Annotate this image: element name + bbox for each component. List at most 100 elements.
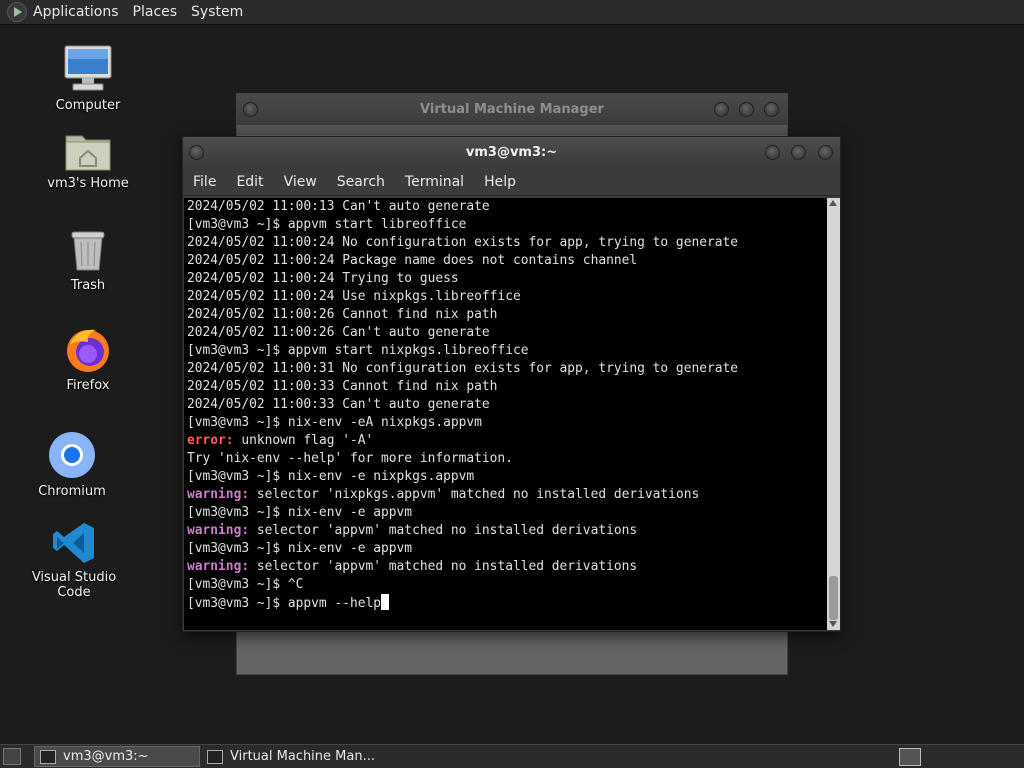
terminal-line: 2024/05/02 11:00:13 Can't auto generate	[184, 198, 827, 216]
window-menu-button[interactable]	[189, 145, 204, 160]
show-desktop-icon[interactable]	[3, 748, 21, 765]
terminal-line: [vm3@vm3 ~]$ ^C	[184, 576, 827, 594]
terminal-scrollbar[interactable]	[827, 198, 840, 630]
minimize-button[interactable]	[714, 102, 729, 117]
menu-edit[interactable]: Edit	[236, 174, 263, 190]
terminal-line-text: 2024/05/02 11:00:24 Trying to guess	[187, 271, 459, 286]
menu-applications[interactable]: Applications	[33, 4, 119, 20]
taskbar-item-label: Virtual Machine Man...	[230, 749, 375, 764]
terminal-line: [vm3@vm3 ~]$ appvm --help	[184, 594, 827, 612]
terminal-line: 2024/05/02 11:00:33 Can't auto generate	[184, 396, 827, 414]
desktop-icon-firefox[interactable]: Firefox	[28, 326, 148, 393]
warning-label: warning:	[187, 523, 250, 538]
taskbar-item-terminal[interactable]: vm3@vm3:~	[34, 746, 200, 767]
terminal-titlebar[interactable]: vm3@vm3:~	[183, 137, 840, 168]
distro-logo-icon[interactable]	[7, 2, 27, 22]
desktop-icon-vscode[interactable]: Visual Studio Code	[14, 520, 134, 600]
vmm-titlebar[interactable]: Virtual Machine Manager	[237, 94, 787, 125]
terminal-line-text: [vm3@vm3 ~]$ nix-env -e nixpkgs.appvm	[187, 469, 475, 484]
vmm-menubar	[237, 125, 787, 135]
terminal-line: [vm3@vm3 ~]$ nix-env -e nixpkgs.appvm	[184, 468, 827, 486]
chromium-icon	[49, 432, 95, 478]
terminal-line-text: [vm3@vm3 ~]$ appvm --help	[187, 596, 382, 611]
desktop-icon-label: vm3's Home	[47, 176, 129, 191]
bottom-panel: vm3@vm3:~ Virtual Machine Man...	[0, 744, 1024, 768]
menu-terminal[interactable]: Terminal	[405, 174, 464, 190]
terminal-line-text: [vm3@vm3 ~]$ nix-env -e appvm	[187, 505, 413, 520]
terminal-line: warning: selector 'appvm' matched no ins…	[184, 558, 827, 576]
terminal-line: 2024/05/02 11:00:33 Cannot find nix path	[184, 378, 827, 396]
workspace-switcher[interactable]	[899, 748, 921, 766]
desktop-icon-label: Visual Studio Code	[31, 570, 117, 600]
computer-icon	[64, 45, 112, 91]
terminal-line-text: Try 'nix-env --help' for more informatio…	[187, 451, 513, 466]
terminal-line-text: selector 'appvm' matched no installed de…	[249, 523, 638, 538]
menu-file[interactable]: File	[193, 174, 216, 190]
warning-label: warning:	[187, 487, 250, 502]
terminal-line: warning: selector 'appvm' matched no ins…	[184, 522, 827, 540]
terminal-line-text: 2024/05/02 11:00:13 Can't auto generate	[187, 199, 490, 214]
terminal-line: [vm3@vm3 ~]$ appvm start libreoffice	[184, 216, 827, 234]
top-panel: Applications Places System	[0, 0, 1024, 25]
terminal-line-text: 2024/05/02 11:00:26 Cannot find nix path	[187, 307, 498, 322]
scrollbar-thumb[interactable]	[829, 576, 838, 620]
terminal-window[interactable]: vm3@vm3:~ File Edit View Search Terminal…	[182, 136, 841, 632]
terminal-line-text: [vm3@vm3 ~]$ appvm start libreoffice	[187, 217, 467, 232]
terminal-line-text: selector 'nixpkgs.appvm' matched no inst…	[249, 487, 700, 502]
terminal-line-text: [vm3@vm3 ~]$ appvm start nixpkgs.libreof…	[187, 343, 529, 358]
desktop-icon-trash[interactable]: Trash	[28, 228, 148, 293]
terminal-icon	[40, 749, 56, 764]
desktop-icon-label: Firefox	[66, 378, 110, 393]
terminal-line-text: [vm3@vm3 ~]$ nix-env -e appvm	[187, 541, 413, 556]
minimize-button[interactable]	[765, 145, 780, 160]
warning-label: warning:	[187, 559, 250, 574]
desktop-icon-home[interactable]: vm3's Home	[28, 128, 148, 191]
taskbar-item-label: vm3@vm3:~	[63, 749, 149, 764]
error-label: error:	[187, 433, 234, 448]
terminal-line: [vm3@vm3 ~]$ appvm start nixpkgs.libreof…	[184, 342, 827, 360]
terminal-line: 2024/05/02 11:00:26 Cannot find nix path	[184, 306, 827, 324]
taskbar-item-vmm[interactable]: Virtual Machine Man...	[202, 746, 402, 767]
trash-icon	[71, 231, 105, 271]
desktop-icon-chromium[interactable]: Chromium	[12, 430, 132, 499]
terminal-line-text: 2024/05/02 11:00:24 Use nixpkgs.libreoff…	[187, 289, 521, 304]
maximize-button[interactable]	[791, 145, 806, 160]
close-button[interactable]	[764, 102, 779, 117]
text-cursor	[381, 594, 390, 610]
menu-system[interactable]: System	[191, 4, 243, 20]
terminal-line: warning: selector 'nixpkgs.appvm' matche…	[184, 486, 827, 504]
terminal-line-text: 2024/05/02 11:00:24 No configuration exi…	[187, 235, 739, 250]
terminal-line: [vm3@vm3 ~]$ nix-env -eA nixpkgs.appvm	[184, 414, 827, 432]
terminal-line-text: 2024/05/02 11:00:33 Can't auto generate	[187, 397, 490, 412]
desktop-icon-label: Trash	[70, 278, 106, 293]
close-button[interactable]	[818, 145, 833, 160]
window-menu-button[interactable]	[243, 102, 258, 117]
maximize-button[interactable]	[739, 102, 754, 117]
vmm-icon	[207, 749, 223, 764]
menu-help[interactable]: Help	[484, 174, 516, 190]
terminal-line-text: selector 'appvm' matched no installed de…	[249, 559, 638, 574]
terminal-line-text: 2024/05/02 11:00:33 Cannot find nix path	[187, 379, 498, 394]
terminal-line-text: 2024/05/02 11:00:31 No configuration exi…	[187, 361, 739, 376]
terminal-screen[interactable]: 2024/05/02 11:00:13 Can't auto generate […	[184, 198, 827, 630]
desktop-icon-computer[interactable]: Computer	[28, 44, 148, 113]
terminal-line: 2024/05/02 11:00:24 Trying to guess	[184, 270, 827, 288]
terminal-title: vm3@vm3:~	[465, 145, 558, 160]
scroll-down-icon[interactable]	[829, 621, 837, 627]
terminal-line-text: 2024/05/02 11:00:26 Can't auto generate	[187, 325, 490, 340]
menu-view[interactable]: View	[284, 174, 317, 190]
terminal-line: [vm3@vm3 ~]$ nix-env -e appvm	[184, 504, 827, 522]
home-folder-icon	[65, 135, 111, 171]
terminal-line: 2024/05/02 11:00:24 Package name does no…	[184, 252, 827, 270]
vscode-icon	[53, 523, 94, 563]
terminal-line: 2024/05/02 11:00:24 No configuration exi…	[184, 234, 827, 252]
scroll-up-icon[interactable]	[829, 200, 837, 206]
terminal-line: 2024/05/02 11:00:31 No configuration exi…	[184, 360, 827, 378]
menu-search[interactable]: Search	[337, 174, 385, 190]
terminal-line: 2024/05/02 11:00:24 Use nixpkgs.libreoff…	[184, 288, 827, 306]
terminal-line-text: unknown flag '-A'	[233, 433, 374, 448]
firefox-icon	[67, 329, 109, 372]
desktop-icon-label: Chromium	[38, 484, 106, 499]
menu-places[interactable]: Places	[133, 4, 178, 20]
desktop-icon-label: Computer	[55, 98, 121, 113]
